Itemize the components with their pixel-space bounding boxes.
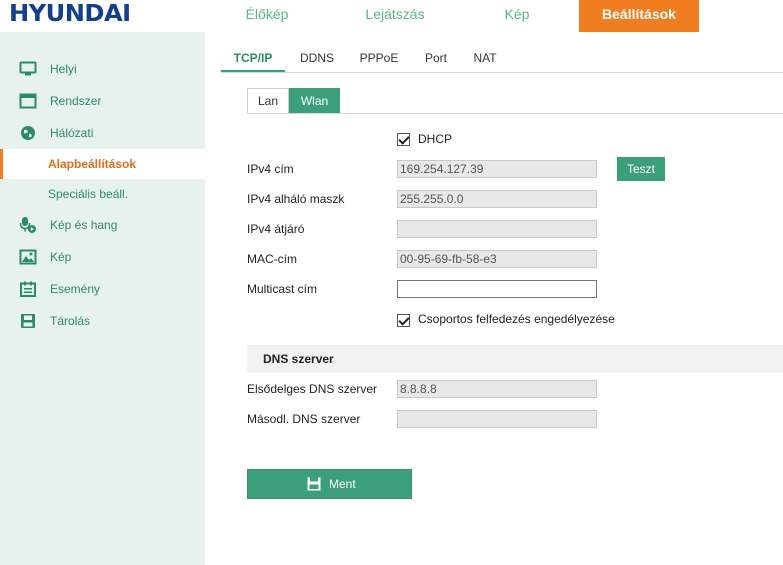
sidebar-item-label: Kép	[50, 250, 72, 264]
sidebar-item-label: Helyi	[50, 62, 77, 76]
sidebar-item-label: Hálózati	[50, 126, 94, 140]
sidebar-item-kep[interactable]: Kép	[0, 242, 205, 272]
secondary-dns-label: Másodl. DNS szerver	[247, 412, 361, 426]
sidebar-item-specialis[interactable]: Speciális beáll.	[0, 179, 205, 209]
multicast-label: Multicast cím	[247, 282, 318, 296]
tab-kep[interactable]: Kép	[457, 0, 577, 32]
microphone-icon	[19, 217, 36, 233]
test-button[interactable]: Teszt	[617, 157, 665, 181]
sidebar-item-label: Rendszer	[50, 94, 102, 108]
ipv4-field[interactable]	[397, 160, 597, 178]
dhcp-checkbox[interactable]	[397, 133, 410, 146]
subtab-port[interactable]: Port	[416, 44, 456, 72]
subtab-tcpip[interactable]: TCP/IP	[221, 44, 285, 72]
primary-dns-label: Elsődelges DNS szerver	[247, 382, 378, 396]
dns-section-header: DNS szerver	[247, 345, 783, 373]
sidebar-item-rendszer[interactable]: Rendszer	[0, 86, 205, 116]
subtab-ddns[interactable]: DDNS	[291, 44, 343, 72]
sidebar-item-kep-es-hang[interactable]: Kép és hang	[0, 210, 205, 240]
group-discovery-label: Csoportos felfedezés engedélyezése	[418, 312, 615, 326]
brand-logo: HYUNDAI	[9, 1, 131, 27]
disk-icon	[21, 314, 35, 328]
lan-toggle[interactable]: Lan	[247, 88, 289, 114]
gateway-label: IPv4 átjáró	[247, 222, 305, 236]
sidebar-item-label: Tárolás	[50, 314, 91, 328]
dhcp-label: DHCP	[418, 132, 453, 146]
subnet-mask-field[interactable]	[397, 190, 597, 208]
sidebar-item-helyi[interactable]: Helyi	[0, 54, 205, 84]
gateway-field[interactable]	[397, 220, 597, 238]
monitor-icon	[19, 61, 37, 76]
multicast-field[interactable]	[397, 280, 597, 298]
tab-elokep[interactable]: Élőkép	[207, 0, 327, 32]
globe-icon	[21, 126, 35, 140]
divider	[221, 72, 783, 73]
subtab-pppoe[interactable]: PPPoE	[351, 44, 407, 72]
window-icon	[19, 93, 37, 109]
tab-lejatszas[interactable]: Lejátszás	[335, 0, 455, 32]
tab-beallitasok[interactable]: Beállítások	[579, 0, 699, 32]
ipv4-label: IPv4 cím	[247, 162, 294, 176]
sidebar-item-label: Speciális beáll.	[48, 187, 129, 201]
mask-label: IPv4 alháló maszk	[247, 192, 345, 206]
top-bar: HYUNDAI Élőkép Lejátszás Kép Beállítások	[0, 0, 783, 32]
main-nav: Élőkép Lejátszás Kép Beállítások	[207, 0, 783, 32]
mac-label: MAC-cím	[247, 252, 297, 266]
group-discovery-checkbox[interactable]	[397, 314, 410, 327]
save-icon	[307, 477, 321, 491]
sidebar: Helyi Rendszer Hálózati Alapbeállítások …	[0, 32, 205, 565]
calendar-icon	[20, 281, 36, 297]
subtab-nat[interactable]: NAT	[466, 44, 504, 72]
image-icon	[19, 249, 37, 265]
primary-dns-field[interactable]	[397, 380, 597, 398]
save-button[interactable]: Ment	[247, 469, 412, 499]
network-subtabs: TCP/IP DDNS PPPoE Port NAT	[221, 44, 783, 72]
sidebar-item-halozati[interactable]: Hálózati	[0, 118, 205, 148]
sidebar-item-label: Kép és hang	[50, 218, 118, 232]
secondary-dns-field[interactable]	[397, 410, 597, 428]
sidebar-item-tarolas[interactable]: Tárolás	[0, 306, 205, 336]
mac-field[interactable]	[397, 250, 597, 268]
sidebar-item-alapbeallitasok[interactable]: Alapbeállítások	[0, 149, 205, 179]
divider	[247, 113, 783, 114]
sidebar-item-label: Alapbeállítások	[48, 157, 137, 171]
save-button-label: Ment	[329, 477, 356, 491]
sidebar-item-label: Esemény	[50, 282, 101, 296]
dns-section-title: DNS szerver	[263, 352, 334, 366]
wlan-toggle[interactable]: Wlan	[289, 88, 340, 114]
sidebar-item-esemeny[interactable]: Esemény	[0, 274, 205, 304]
